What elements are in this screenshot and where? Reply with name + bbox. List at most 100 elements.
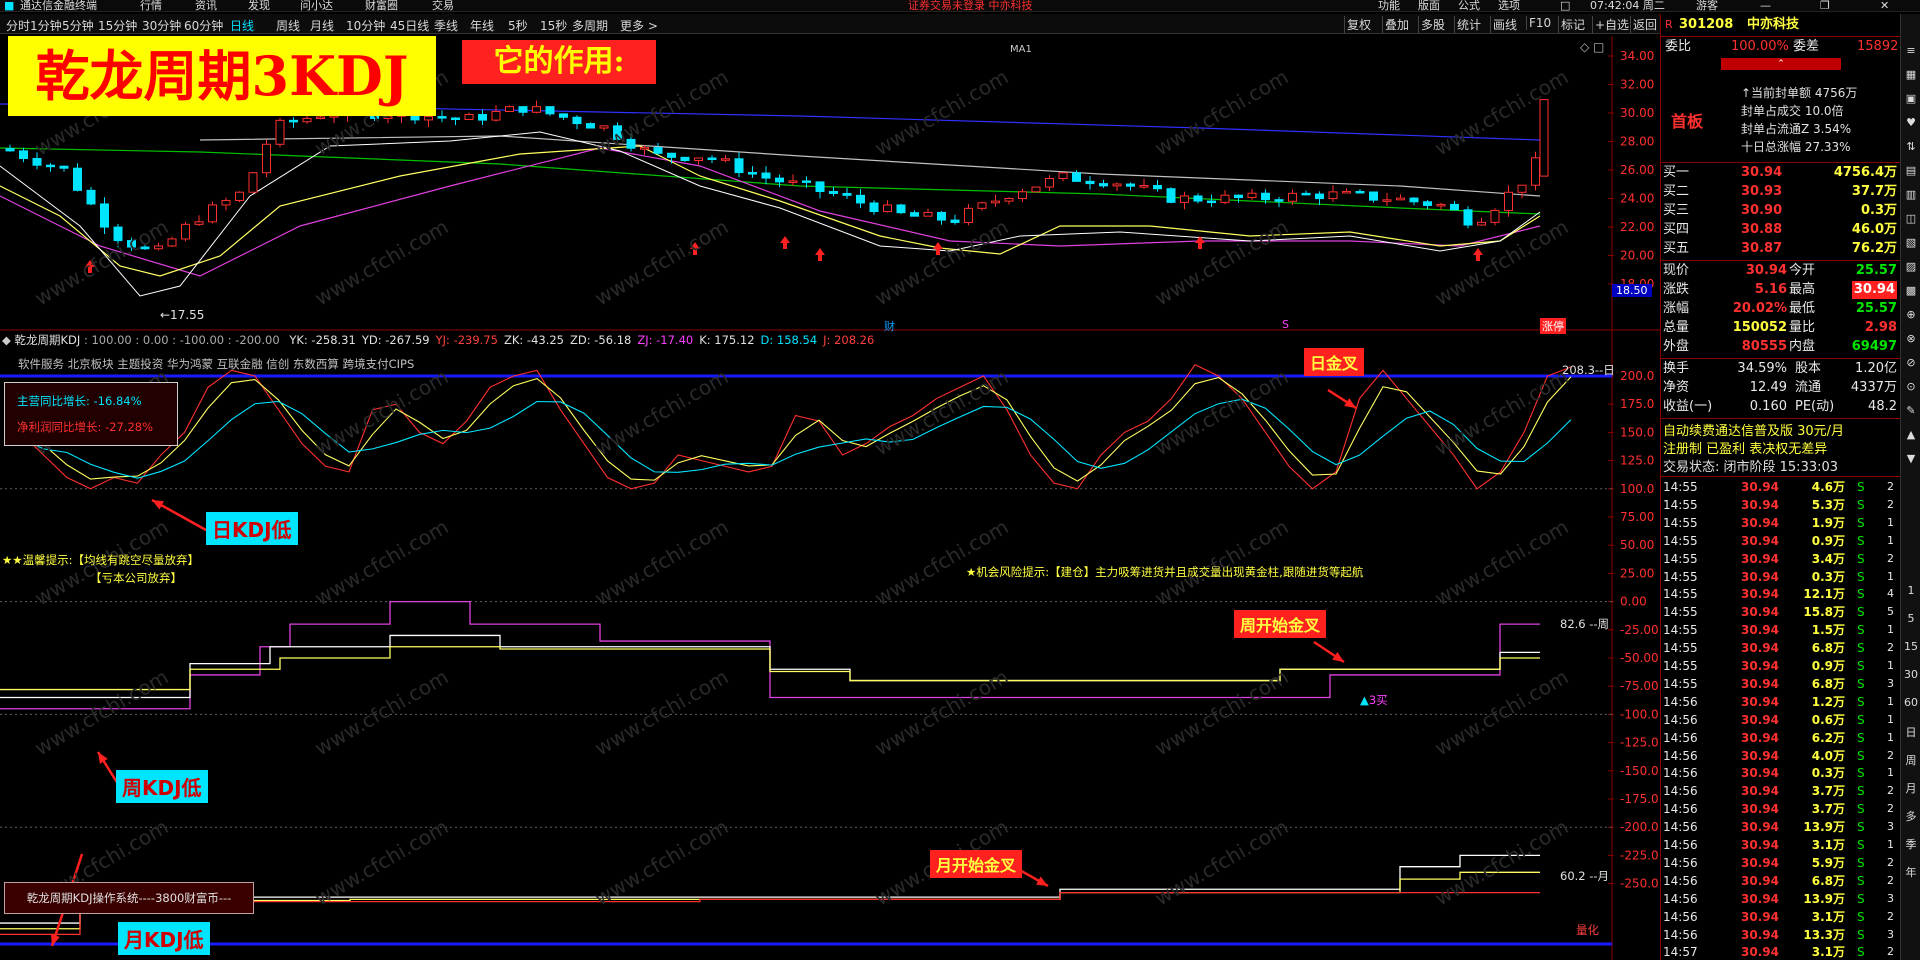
indicator-value-4: ZD: -56.18 [570, 333, 632, 347]
side-period-9[interactable]: 季 [1903, 836, 1919, 852]
side-period-8[interactable]: 多 [1903, 808, 1919, 824]
tick-count: 3 [1887, 927, 1894, 941]
menu-zixun[interactable]: 资讯 [195, 0, 217, 11]
indicator-tick-11: -75.00 [1620, 679, 1659, 693]
tool-button-3[interactable]: 统计 [1454, 16, 1483, 33]
candle-body [1369, 191, 1378, 201]
side-tool-icon[interactable]: ▦ [1903, 68, 1919, 81]
tool-button-7[interactable]: +自选 [1592, 16, 1631, 33]
period-tab-15[interactable]: 多周期 [572, 17, 608, 34]
candle-body [1504, 191, 1513, 211]
side-tool-icon[interactable]: ⇅ [1903, 140, 1919, 153]
s-mark[interactable]: S [1282, 318, 1289, 331]
period-tab-12[interactable]: 年线 [470, 17, 494, 34]
period-tab-13[interactable]: 5秒 [508, 17, 528, 34]
promo-text[interactable]: 自动续费通达信普及版 30元/月 [1663, 420, 1844, 439]
buy-arrow-icon [780, 236, 790, 249]
stat-value2-0: 25.57 [1855, 263, 1897, 278]
period-tab-4[interactable]: 30分钟 [142, 17, 181, 34]
side-tool-icon[interactable]: ⊕ [1903, 308, 1919, 321]
menu-jiaoyi[interactable]: 交易 [432, 0, 454, 11]
side-tool-icon[interactable]: ≡ [1903, 44, 1919, 57]
stock-name[interactable]: 中亦科技 [1747, 16, 1799, 34]
period-tab-14[interactable]: 15秒 [540, 17, 567, 34]
side-period-2[interactable]: 15 [1903, 640, 1919, 653]
chart-settings-icon[interactable]: ◇ □ [1580, 40, 1604, 54]
tool-button-4[interactable]: 画线 [1490, 16, 1519, 33]
tool-button-2[interactable]: 多股 [1418, 16, 1447, 33]
period-tab-2[interactable]: 5分钟 [62, 17, 94, 34]
tick-time: 14:55 [1663, 641, 1698, 656]
menu-gongneng[interactable]: 功能 [1378, 0, 1400, 11]
side-period-0[interactable]: 1 [1903, 584, 1919, 597]
side-period-4[interactable]: 60 [1903, 696, 1919, 709]
side-tool-icon[interactable]: ▤ [1903, 164, 1919, 177]
menu-hangqing[interactable]: 行情 [140, 0, 162, 11]
tool-button-5[interactable]: F10 [1526, 16, 1553, 30]
side-period-7[interactable]: 月 [1903, 780, 1919, 796]
stock-code[interactable]: 301208 [1679, 16, 1733, 34]
restore-icon[interactable]: ❐ [1820, 0, 1830, 11]
side-period-3[interactable]: 30 [1903, 668, 1919, 681]
tool-button-1[interactable]: 叠加 [1382, 16, 1411, 33]
guest-login[interactable]: 游客 [1696, 0, 1718, 11]
menu-gongshi[interactable]: 公式 [1458, 0, 1480, 11]
menu-banmian[interactable]: 版面 [1418, 0, 1440, 11]
period-tab-1[interactable]: 1分钟 [30, 17, 62, 34]
side-tool-icon[interactable]: ⊗ [1903, 332, 1919, 345]
period-tab-11[interactable]: 季线 [434, 17, 458, 34]
bid-label-4: 买五 [1663, 241, 1690, 256]
tick-row: 14:55 30.94 12.1万 S 4 [1661, 585, 1901, 603]
side-tool-icon[interactable]: ▨ [1903, 260, 1919, 273]
period-tab-0[interactable]: 分时 [6, 17, 30, 34]
side-period-1[interactable]: 5 [1903, 612, 1919, 625]
period-tab-16[interactable]: 更多 > [620, 17, 658, 34]
menu-xuanxiang[interactable]: 选项 [1498, 0, 1520, 11]
close-icon[interactable]: ✕ [1880, 0, 1889, 11]
side-period-10[interactable]: 年 [1903, 864, 1919, 880]
quote-row: 买一 30.94 4756.4万 [1661, 164, 1901, 182]
menu-wenxiaoda[interactable]: 问小达 [300, 0, 333, 11]
period-tab-5[interactable]: 60分钟 [184, 17, 223, 34]
candle-body [694, 157, 703, 162]
period-tab-3[interactable]: 15分钟 [98, 17, 137, 34]
tool-button-6[interactable]: 标记 [1558, 16, 1587, 33]
tool-button-8[interactable]: 返回 [1630, 16, 1659, 33]
side-tool-icon[interactable]: ⊙ [1903, 380, 1919, 393]
indicator-collapse-icon[interactable]: ◆ [2, 333, 15, 347]
side-tool-icon[interactable]: ▩ [1903, 284, 1919, 297]
minimize-icon[interactable]: — [1760, 0, 1771, 11]
period-tab-10[interactable]: 45日线 [390, 17, 429, 34]
side-tool-icon[interactable]: ✎ [1903, 404, 1919, 417]
side-tool-icon[interactable]: ▧ [1903, 236, 1919, 249]
system-box[interactable]: 乾龙周期KDJ操作系统----3800财富币--- [4, 882, 254, 914]
side-period-6[interactable]: 周 [1903, 752, 1919, 768]
period-tab-8[interactable]: 月线 [310, 17, 334, 34]
side-tool-icon[interactable]: ⊘ [1903, 356, 1919, 369]
candle [478, 109, 487, 126]
finance-mark[interactable]: 财 [884, 318, 895, 334]
period-tab-7[interactable]: 周线 [276, 17, 300, 34]
login-notice[interactable]: 证券交易未登录 中亦科技 [908, 0, 1033, 11]
menu-faxian[interactable]: 发现 [248, 0, 270, 11]
chart-canvas[interactable]: 34.00 32.00 30.00 28.00 26.00 24.00 22.00 20.00… [0, 36, 1660, 960]
window-icon[interactable]: □ [1560, 0, 1570, 11]
menu-caifuquan[interactable]: 财富圈 [365, 0, 398, 11]
candle-body [1166, 188, 1176, 203]
side-tool-icon[interactable]: ▼ [1903, 452, 1919, 465]
tool-button-0[interactable]: 复权 [1344, 16, 1373, 33]
side-tool-icon[interactable]: ▲ [1903, 428, 1919, 441]
side-tool-icon[interactable]: ▥ [1903, 188, 1919, 201]
side-tool-icon[interactable]: ♥ [1903, 116, 1919, 129]
collapse-arrow-icon[interactable]: ⌃ [1721, 58, 1841, 70]
period-tab-6[interactable]: 日线 [230, 17, 254, 34]
indicator-name[interactable]: 乾龙周期KDJ [15, 333, 81, 347]
period-tab-9[interactable]: 10分钟 [346, 17, 385, 34]
side-period-5[interactable]: 日 [1903, 724, 1919, 740]
side-tool-icon[interactable]: ▣ [1903, 92, 1919, 105]
candle-body [19, 150, 28, 159]
candle-body [586, 123, 595, 129]
tick-time: 14:56 [1663, 766, 1698, 781]
side-tool-icon[interactable]: ◫ [1903, 212, 1919, 225]
chart-area[interactable]: 34.00 32.00 30.00 28.00 26.00 24.00 22.00 20.00… [0, 36, 1660, 960]
